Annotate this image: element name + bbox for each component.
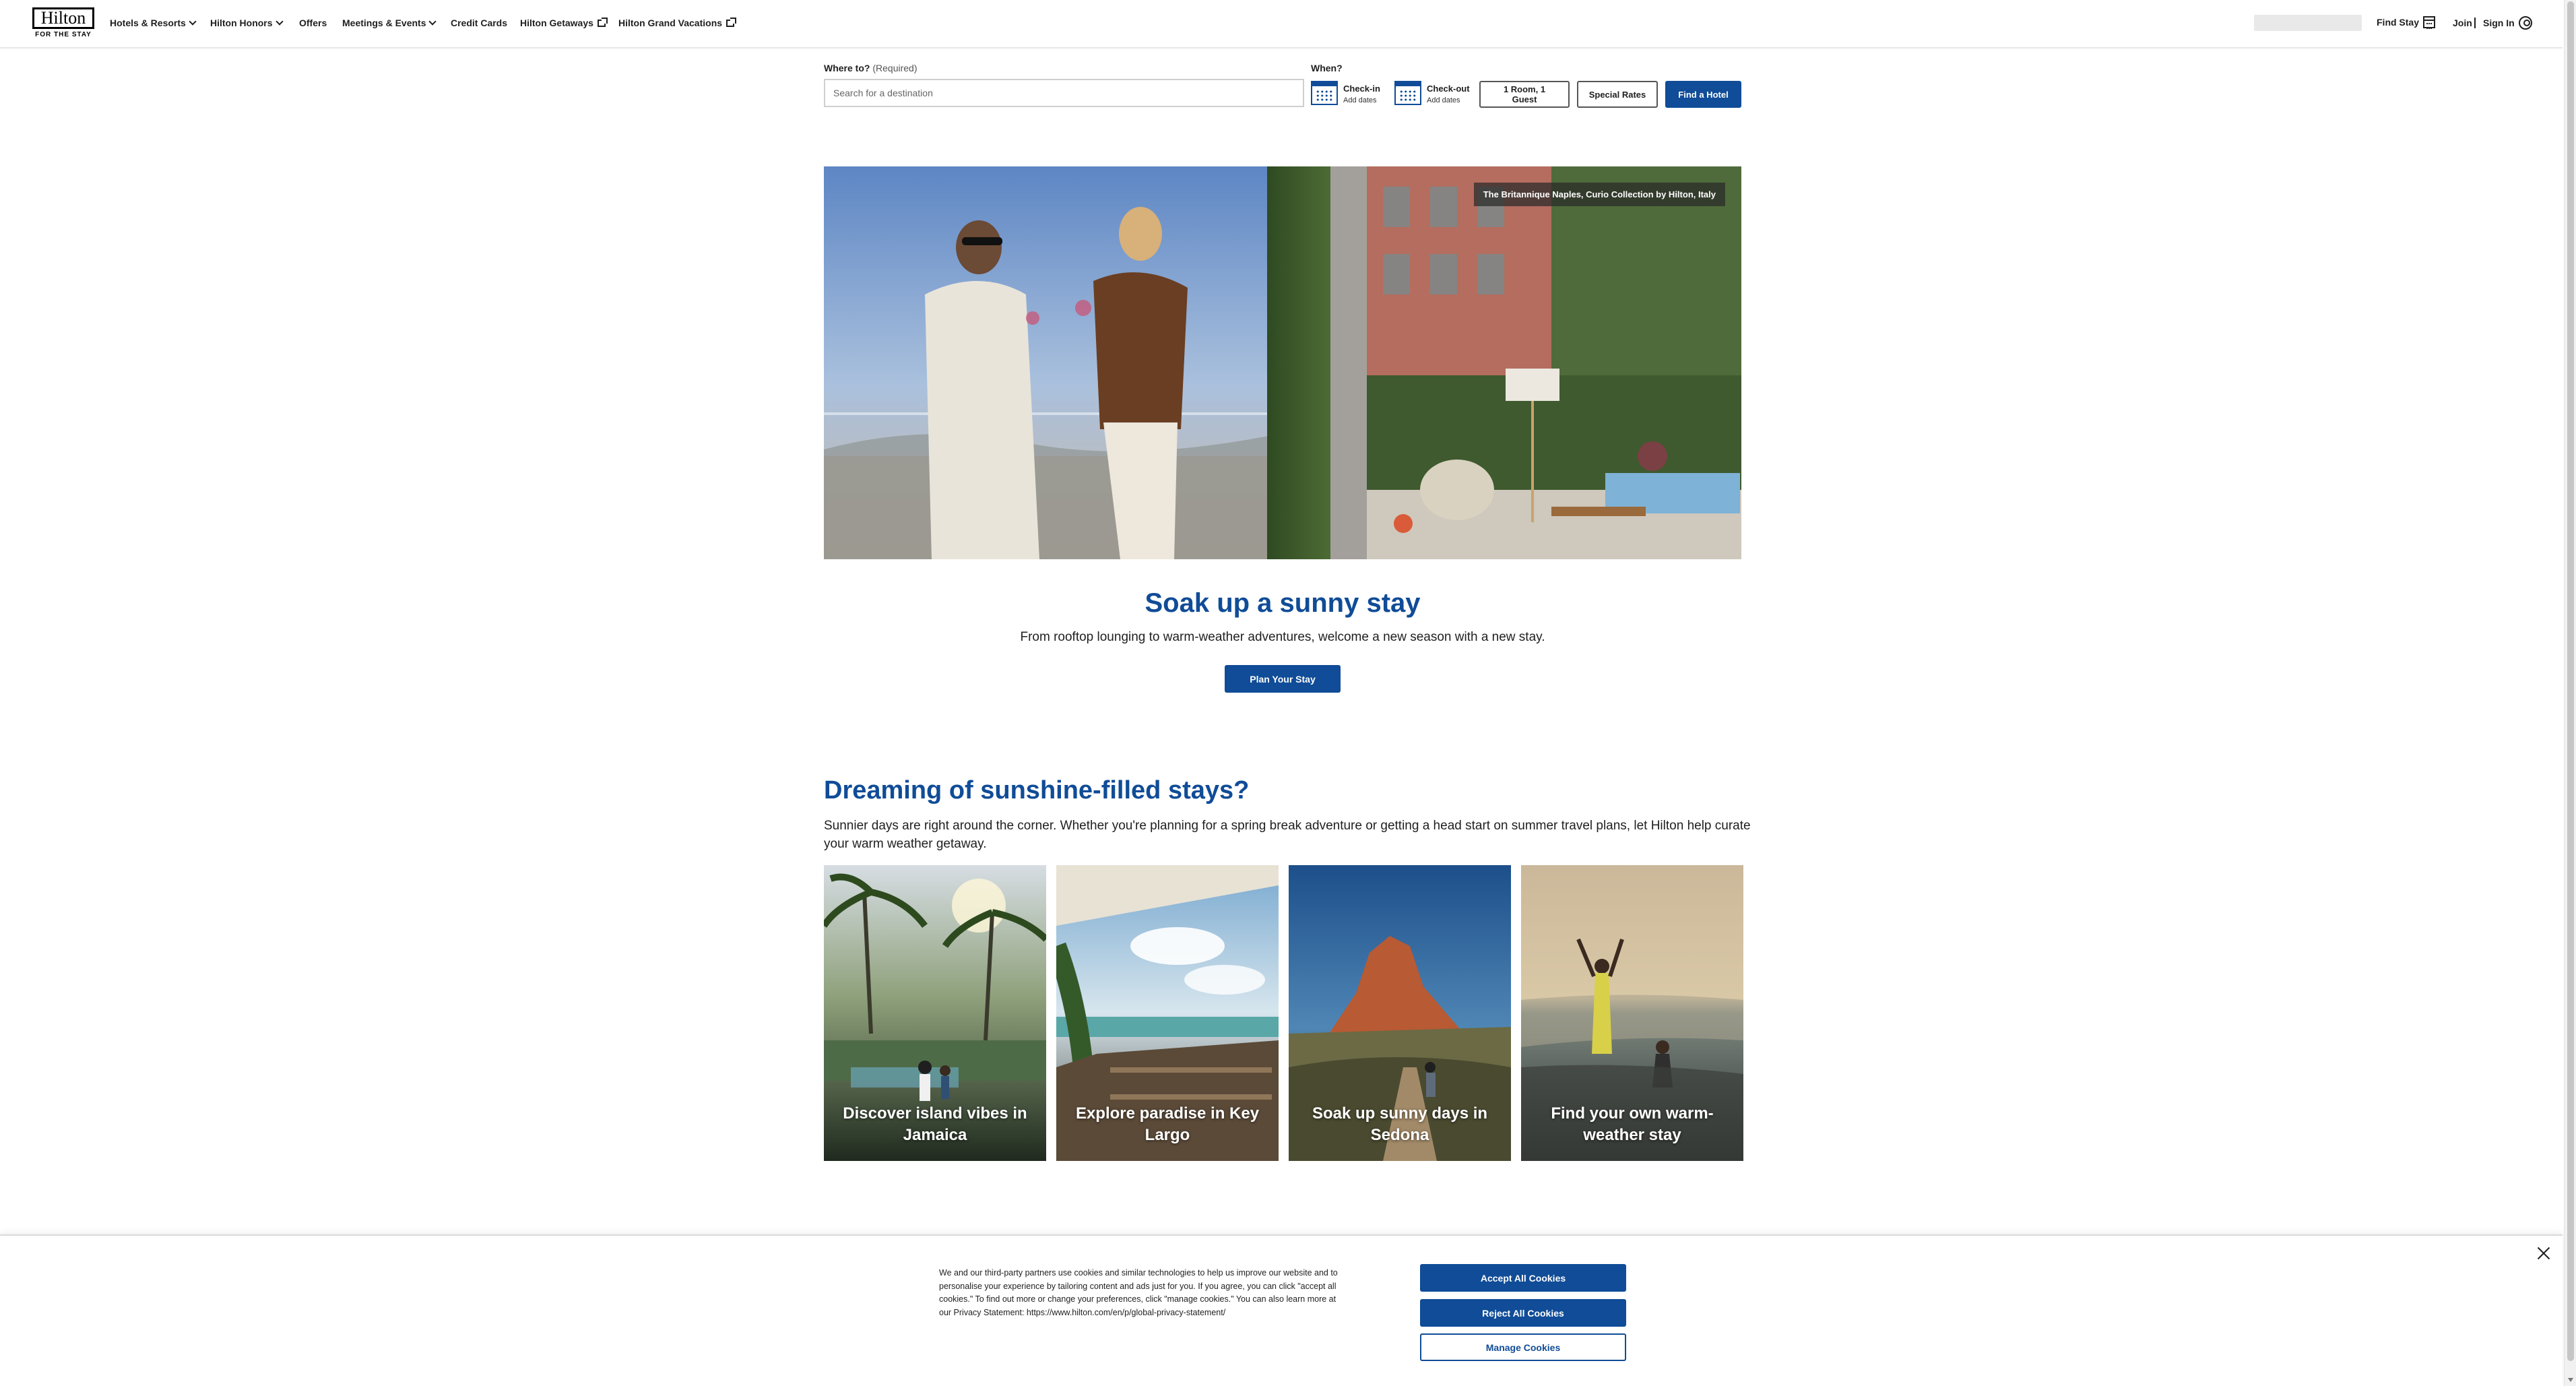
nav-label: Offers [299, 18, 327, 28]
card-warm-weather[interactable]: Find your own warm-weather stay [1521, 865, 1743, 1161]
scroll-down-arrow-icon[interactable] [2568, 1378, 2573, 1382]
sign-in-link[interactable]: Sign In [2483, 16, 2532, 30]
chevron-down-icon [428, 18, 437, 26]
nav-hotels-resorts[interactable]: Hotels & Resorts [110, 18, 197, 28]
accept-all-cookies-button[interactable]: Accept All Cookies [1420, 1264, 1626, 1292]
card-title: Find your own warm-weather stay [1551, 1104, 1714, 1144]
card-title: Explore paradise in Key Largo [1075, 1104, 1260, 1144]
find-stay-link[interactable]: Find Stay [2377, 16, 2436, 29]
nav-meetings-events[interactable]: Meetings & Events [342, 18, 437, 28]
hero-caption: The Britannique Naples, Curio Collection… [1473, 183, 1725, 206]
nav-hilton-getaways[interactable]: Hilton Getaways [520, 17, 608, 28]
required-hint: (Required) [872, 63, 917, 73]
where-to-text: Where to? [824, 63, 870, 73]
check-in-label: Check-in [1343, 84, 1380, 94]
plan-your-stay-button[interactable]: Plan Your Stay [1225, 665, 1341, 693]
nav-hilton-grand-vacations[interactable]: Hilton Grand Vacations [618, 17, 737, 28]
nav-label: Hotels & Resorts [110, 18, 186, 28]
check-in-date-button[interactable]: Check-in Add dates [1311, 81, 1380, 109]
find-stay-label: Find Stay [2377, 17, 2420, 28]
card-sedona[interactable]: Soak up sunny days in Sedona [1289, 865, 1511, 1161]
logo-tagline: FOR THE STAY [35, 31, 92, 38]
check-out-label: Check-out [1427, 84, 1470, 94]
nav-label: Credit Cards [451, 18, 508, 28]
check-out-text: Check-out Add dates [1427, 81, 1470, 104]
nav-divider [2474, 18, 2476, 28]
reject-all-cookies-button[interactable]: Reject All Cookies [1420, 1299, 1626, 1327]
join-link[interactable]: Join [2453, 18, 2472, 28]
external-link-icon [726, 17, 737, 27]
sign-in-label: Sign In [2483, 18, 2515, 28]
hero-image: The Britannique Naples, Curio Collection… [824, 166, 1741, 559]
card-key-largo[interactable]: Explore paradise in Key Largo [1056, 865, 1279, 1161]
nav-search-field[interactable] [2254, 15, 2362, 31]
section-title: Dreaming of sunshine-filled stays? [824, 776, 1250, 805]
cookie-text: We and our third-party partners use cook… [939, 1268, 1338, 1317]
calendar-icon [2423, 16, 2436, 29]
check-out-sub: Add dates [1427, 96, 1460, 104]
nav-hilton-honors[interactable]: Hilton Honors [210, 18, 284, 28]
top-navigation: Hilton FOR THE STAY Hotels & Resorts Hil… [0, 0, 2563, 49]
card-title: Soak up sunny days in Sedona [1312, 1104, 1488, 1144]
check-in-text: Check-in Add dates [1343, 81, 1380, 104]
chevron-down-icon [189, 18, 197, 26]
check-out-date-button[interactable]: Check-out Add dates [1394, 81, 1470, 109]
scrollbar-thumb[interactable] [2567, 1, 2574, 1361]
nav-label: Hilton Grand Vacations [618, 18, 723, 28]
user-icon [2518, 16, 2532, 30]
close-icon[interactable] [2536, 1245, 2552, 1261]
nav-offers[interactable]: Offers [299, 18, 327, 28]
where-to-label: Where to? (Required) [824, 63, 917, 73]
cookie-banner: We and our third-party partners use cook… [0, 1234, 2563, 1386]
card-jamaica[interactable]: Discover island vibes in Jamaica [824, 865, 1046, 1161]
join-label: Join [2453, 18, 2472, 28]
page-scrollbar[interactable] [2564, 0, 2576, 1386]
card-title: Discover island vibes in Jamaica [843, 1104, 1027, 1144]
hero-photo [824, 166, 1741, 559]
destination-search-input[interactable] [824, 79, 1304, 107]
manage-cookies-button[interactable]: Manage Cookies [1420, 1333, 1626, 1361]
nav-label: Hilton Honors [210, 18, 273, 28]
nav-credit-cards[interactable]: Credit Cards [451, 18, 507, 28]
special-rates-button[interactable]: Special Rates [1577, 81, 1658, 108]
check-in-sub: Add dates [1343, 96, 1377, 104]
external-link-icon [597, 17, 608, 27]
when-label: When? [1311, 63, 1343, 73]
hilton-logo[interactable]: Hilton FOR THE STAY [32, 7, 94, 41]
calendar-icon [1311, 81, 1338, 105]
logo-wordmark: Hilton [32, 7, 94, 29]
calendar-icon [1394, 81, 1421, 105]
section-body: Sunnier days are right around the corner… [824, 819, 1751, 851]
rooms-guests-button[interactable]: 1 Room, 1 Guest [1479, 81, 1570, 108]
nav-label: Meetings & Events [342, 18, 426, 28]
find-hotel-button[interactable]: Find a Hotel [1665, 81, 1741, 108]
chevron-down-icon [275, 18, 284, 26]
hero-title: Soak up a sunny stay [1145, 588, 1421, 618]
hero-subtitle: From rooftop lounging to warm-weather ad… [1020, 630, 1545, 644]
nav-label: Hilton Getaways [520, 18, 593, 28]
